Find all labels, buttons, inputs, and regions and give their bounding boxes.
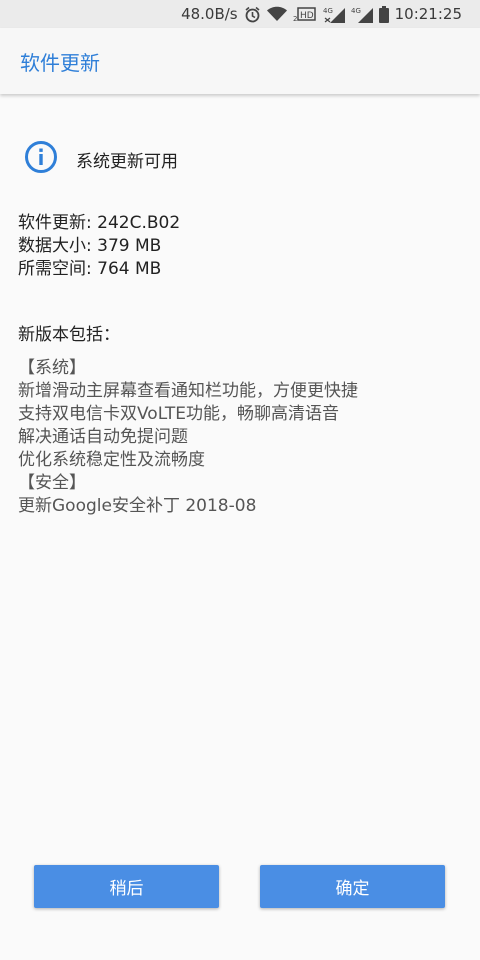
signal-4g-icon: 4G	[323, 6, 345, 23]
notice-text: 系统更新可用	[76, 151, 178, 172]
battery-icon	[378, 5, 389, 23]
svg-text:2: 2	[293, 15, 297, 22]
svg-text:HD: HD	[300, 11, 314, 21]
clock: 10:21:25	[394, 5, 462, 23]
changelog-line: 支持双电信卡双VoLTE功能，畅聊高清语音	[18, 404, 339, 424]
update-info: 软件更新: 242C.B02 数据大小: 379 MB 所需空间: 764 MB	[18, 212, 180, 281]
update-available-notice: 系统更新可用	[24, 140, 178, 178]
changelog-line: 【系统】	[18, 358, 86, 378]
changelog-line: 新增滑动主屏幕查看通知栏功能，方便更快捷	[18, 381, 358, 401]
changelog-line: 更新Google安全补丁 2018-08	[18, 496, 257, 516]
signal-4g-icon: 4G	[351, 6, 373, 23]
changelog-line: 优化系统稳定性及流畅度	[18, 450, 205, 470]
changelog: 【系统】 新增滑动主屏幕查看通知栏功能，方便更快捷 支持双电信卡双VoLTE功能…	[18, 357, 358, 518]
changelog-line: 解决通话自动免提问题	[18, 427, 188, 447]
info-icon	[24, 140, 58, 178]
space-info: 所需空间: 764 MB	[18, 259, 162, 279]
later-button[interactable]: 稍后	[34, 865, 219, 908]
status-bar: 48.0B/s HD 2 4G 4G 10:21:25	[0, 0, 480, 28]
alarm-icon	[244, 6, 261, 23]
version-info: 软件更新: 242C.B02	[18, 213, 181, 233]
size-info: 数据大小: 379 MB	[18, 236, 162, 256]
svg-text:4G: 4G	[323, 7, 333, 15]
svg-text:4G: 4G	[351, 7, 361, 15]
confirm-button[interactable]: 确定	[260, 865, 445, 908]
changelog-line: 【安全】	[18, 473, 86, 493]
hd-icon: HD 2	[293, 6, 317, 22]
wifi-icon	[266, 6, 287, 22]
app-bar: 软件更新	[0, 28, 480, 94]
network-speed: 48.0B/s	[181, 5, 238, 23]
changes-title: 新版本包括：	[18, 325, 120, 345]
page-title: 软件更新	[20, 50, 100, 75]
